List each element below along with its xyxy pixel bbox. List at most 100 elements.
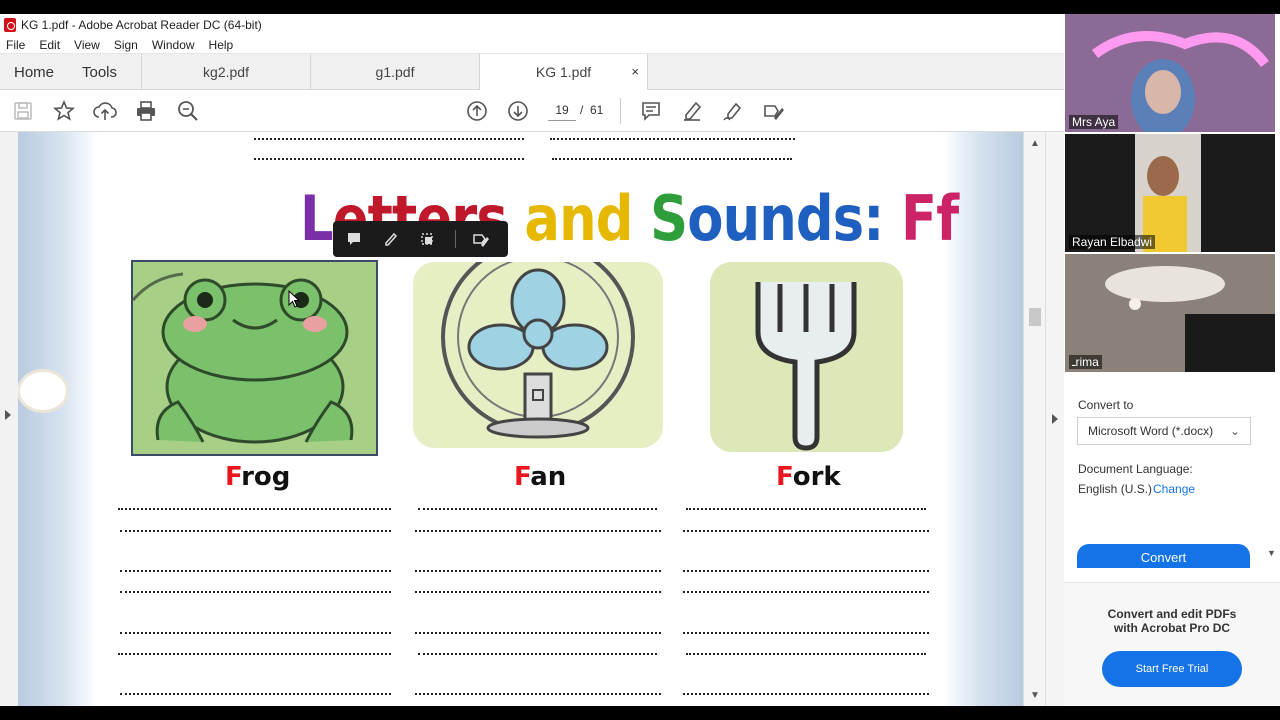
export-pdf-panel: Convert to Microsoft Word (*.docx) ⌄ Doc… xyxy=(1064,374,1280,706)
window-title: KG 1.pdf - Adobe Acrobat Reader DC (64-b… xyxy=(21,18,262,32)
writing-line xyxy=(118,508,391,510)
writing-line xyxy=(120,570,391,572)
word-fan: Fan xyxy=(514,462,566,492)
document-area: Letters and Sounds: Ff Frog Fan Fork ▲ ▼ xyxy=(0,132,1064,706)
word-frog: Frog xyxy=(225,462,290,492)
word-fork: Fork xyxy=(776,462,841,492)
toolbar: 19 / 61 xyxy=(0,90,1064,132)
promo-line: with Acrobat Pro DC xyxy=(1113,621,1231,635)
vertical-scrollbar[interactable]: ▲ ▼ xyxy=(1023,132,1045,706)
page-number-input[interactable]: 19 xyxy=(548,99,576,121)
word-rest: an xyxy=(530,462,567,492)
writing-line xyxy=(254,158,524,160)
zoom-icon[interactable] xyxy=(176,99,200,123)
document-language-label: Document Language: xyxy=(1078,462,1193,476)
acrobat-window: KG 1.pdf - Adobe Acrobat Reader DC (64-b… xyxy=(0,14,1064,706)
menu-file[interactable]: File xyxy=(6,38,25,52)
initial-letter: F xyxy=(776,462,793,492)
tab-label: kg2.pdf xyxy=(203,64,249,80)
previous-page-icon[interactable] xyxy=(465,99,489,123)
quick-actions-popup xyxy=(333,221,508,257)
video-tile[interactable]: Rayan Elbadwi xyxy=(1065,134,1275,252)
writing-line xyxy=(415,570,661,572)
save-icon[interactable] xyxy=(11,99,35,123)
cloud-upload-icon[interactable] xyxy=(93,99,117,123)
writing-line xyxy=(683,570,929,572)
menu-edit[interactable]: Edit xyxy=(39,38,60,52)
promo-text: Convert and edit PDFs with Acrobat Pro D… xyxy=(1064,607,1280,635)
star-icon[interactable] xyxy=(52,99,76,123)
title-part: Ff xyxy=(901,182,959,255)
tab-bar: Home Tools kg2.pdf g1.pdf KG 1.pdf × xyxy=(0,54,1064,90)
writing-line xyxy=(415,693,661,695)
frog-image xyxy=(131,260,378,456)
menu-view[interactable]: View xyxy=(74,38,100,52)
initial-letter: F xyxy=(514,462,531,492)
writing-line xyxy=(415,632,661,634)
initial-letter: F xyxy=(225,462,242,492)
writing-line xyxy=(254,138,524,140)
sign-icon[interactable] xyxy=(721,99,745,123)
writing-line xyxy=(120,530,391,532)
participant-name: Mrs Aya xyxy=(1069,115,1119,129)
comment-icon[interactable] xyxy=(639,99,663,123)
tab-home[interactable]: Home xyxy=(0,54,68,90)
expand-arrow-icon xyxy=(1052,414,1058,424)
video-tile[interactable]: ـrima xyxy=(1065,254,1275,372)
document-language-value: English (U.S.) xyxy=(1078,482,1153,496)
scroll-down-icon[interactable]: ▼ xyxy=(1030,690,1040,701)
tab-g1-pdf[interactable]: g1.pdf xyxy=(311,54,480,90)
side-column: Mrs Aya Rayan Elbadwi ـrima Convert to M… xyxy=(1064,14,1280,706)
right-panel-toggle[interactable] xyxy=(1045,132,1064,706)
convert-to-label: Convert to xyxy=(1078,398,1134,412)
video-tile[interactable]: Mrs Aya xyxy=(1065,14,1275,132)
close-icon[interactable]: × xyxy=(631,64,639,79)
tab-kg1-pdf[interactable]: KG 1.pdf × xyxy=(480,54,648,90)
writing-line xyxy=(686,508,926,510)
menu-help[interactable]: Help xyxy=(209,38,234,52)
tab-kg2-pdf[interactable]: kg2.pdf xyxy=(142,54,311,90)
writing-line xyxy=(118,653,391,655)
writing-line xyxy=(683,632,929,634)
title-bar: KG 1.pdf - Adobe Acrobat Reader DC (64-b… xyxy=(0,14,1064,36)
pen-icon[interactable] xyxy=(382,229,401,249)
change-language-link[interactable]: Change xyxy=(1153,482,1195,496)
participant-name: Rayan Elbadwi xyxy=(1069,235,1156,249)
start-free-trial-button[interactable]: Start Free Trial xyxy=(1102,651,1242,687)
convert-button[interactable]: Convert xyxy=(1077,544,1250,568)
screen-top-bar xyxy=(0,0,1280,14)
menu-sign[interactable]: Sign xyxy=(114,38,138,52)
menu-window[interactable]: Window xyxy=(152,38,195,52)
scroll-thumb[interactable] xyxy=(1029,308,1041,326)
highlight-pen-icon[interactable] xyxy=(680,99,704,123)
writing-line xyxy=(683,693,929,695)
title-part: L xyxy=(300,182,334,255)
fill-sign-icon[interactable] xyxy=(762,99,786,123)
scroll-up-icon[interactable]: ▲ xyxy=(1030,138,1040,149)
writing-line xyxy=(683,591,929,593)
comment-icon[interactable] xyxy=(345,229,364,249)
word-rest: ork xyxy=(792,462,841,492)
next-page-icon[interactable] xyxy=(506,99,530,123)
cloud-decoration xyxy=(20,372,66,410)
title-part: S xyxy=(650,182,688,255)
select-area-icon[interactable] xyxy=(418,229,437,249)
convert-format-select[interactable]: Microsoft Word (*.docx) ⌄ xyxy=(1077,417,1251,445)
writing-line xyxy=(418,653,657,655)
print-icon[interactable] xyxy=(134,99,158,123)
writing-line xyxy=(418,508,657,510)
left-panel-toggle[interactable] xyxy=(0,132,18,706)
panel-scroll-down-icon[interactable]: ▼ xyxy=(1267,548,1276,558)
writing-line xyxy=(120,632,391,634)
menu-bar: File Edit View Sign Window Help xyxy=(0,36,1064,54)
title-part: and xyxy=(506,182,651,255)
fill-sign-icon[interactable] xyxy=(471,229,490,249)
tab-tools[interactable]: Tools xyxy=(68,54,142,90)
word-rest: rog xyxy=(241,462,291,492)
writing-line xyxy=(120,591,391,593)
writing-line xyxy=(550,138,795,140)
tab-label: KG 1.pdf xyxy=(535,63,592,80)
pdf-page: Letters and Sounds: Ff Frog Fan Fork xyxy=(18,132,1023,706)
writing-line xyxy=(415,591,661,593)
writing-line xyxy=(120,693,391,695)
